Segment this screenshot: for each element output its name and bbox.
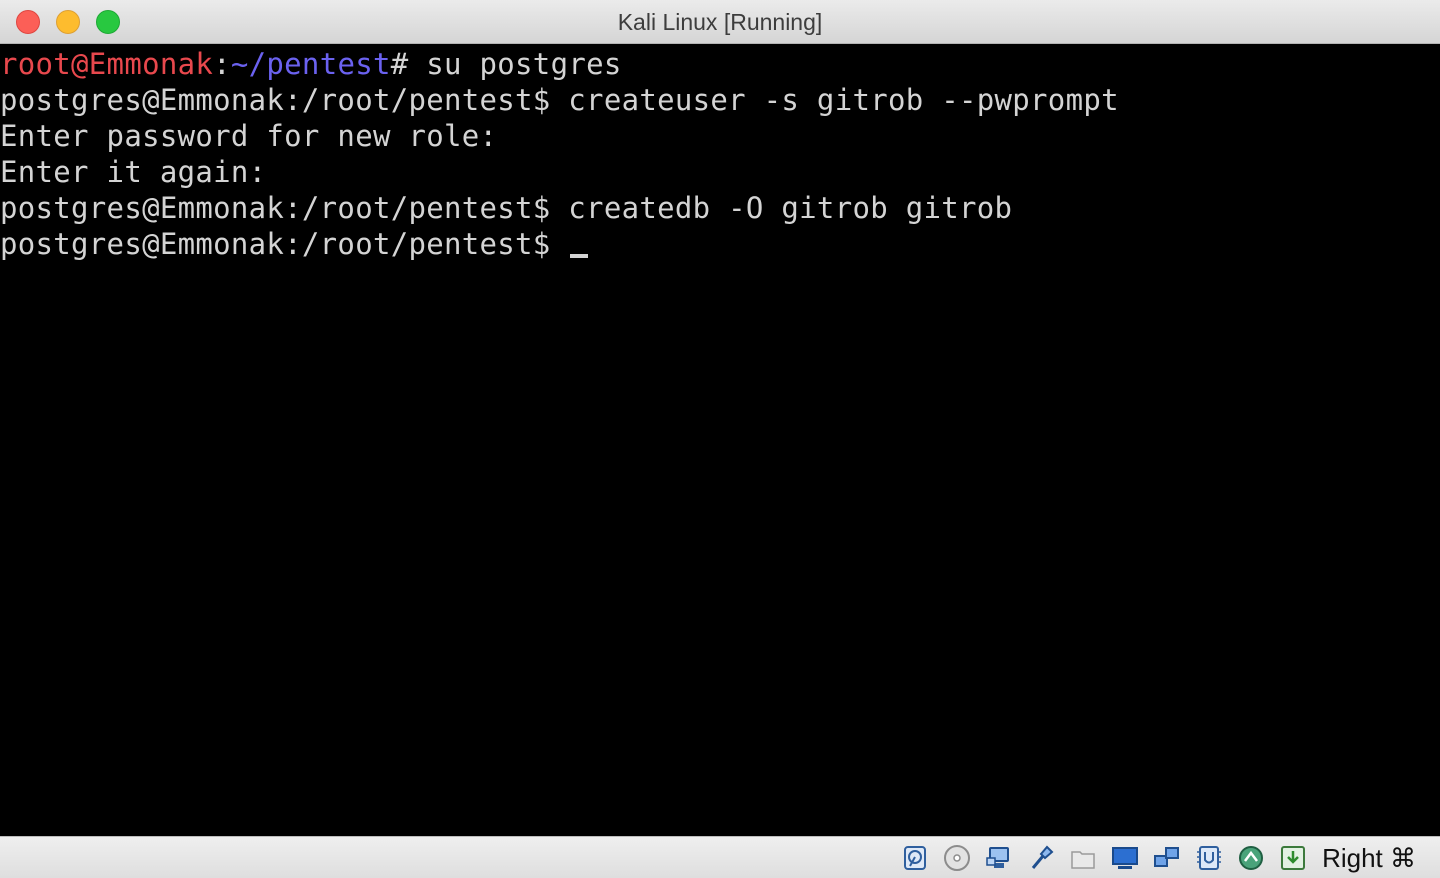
terminal-line: Enter it again: bbox=[0, 154, 1440, 190]
audio-icon[interactable] bbox=[984, 843, 1014, 873]
network-icon[interactable] bbox=[1152, 843, 1182, 873]
command-text: postgres@Emmonak:/root/pentest$ createus… bbox=[0, 83, 1119, 117]
terminal-line: Enter password for new role: bbox=[0, 118, 1440, 154]
title-bar[interactable]: Kali Linux [Running] bbox=[0, 0, 1440, 44]
terminal-line: postgres@Emmonak:/root/pentest$ bbox=[0, 226, 1440, 262]
host-key-label: Right ⌘ bbox=[1322, 843, 1416, 873]
output-text: Enter password for new role: bbox=[0, 119, 498, 153]
vm-window: Kali Linux [Running] root@Emmonak:~/pent… bbox=[0, 0, 1440, 878]
terminal-screen[interactable]: root@Emmonak:~/pentest# su postgres post… bbox=[0, 44, 1440, 836]
cpu-icon[interactable] bbox=[1194, 843, 1224, 873]
display-icon[interactable] bbox=[1110, 843, 1140, 873]
hard-disk-icon[interactable] bbox=[900, 843, 930, 873]
download-icon[interactable] bbox=[1278, 843, 1308, 873]
prompt-text: postgres@Emmonak:/root/pentest$ bbox=[0, 227, 569, 261]
window-title: Kali Linux [Running] bbox=[617, 9, 823, 35]
shared-folders-icon[interactable] bbox=[1068, 843, 1098, 873]
terminal-line: postgres@Emmonak:/root/pentest$ createus… bbox=[0, 82, 1440, 118]
terminal-line: root@Emmonak:~/pentest# su postgres bbox=[0, 46, 1440, 82]
command-text: # su postgres bbox=[390, 47, 622, 81]
text-cursor bbox=[570, 254, 589, 258]
terminal-line: postgres@Emmonak:/root/pentest$ createdb… bbox=[0, 190, 1440, 226]
status-icons: Right ⌘ bbox=[888, 841, 1416, 875]
capture-icon[interactable] bbox=[1236, 843, 1266, 873]
output-text: Enter it again: bbox=[0, 155, 267, 189]
command-text: postgres@Emmonak:/root/pentest$ createdb… bbox=[0, 191, 1013, 225]
prompt-user-host: root@Emmonak bbox=[0, 47, 214, 81]
status-bar: Right ⌘ bbox=[0, 836, 1440, 878]
optical-drive-icon[interactable] bbox=[942, 843, 972, 873]
prompt-separator: : bbox=[213, 47, 231, 81]
usb-icon[interactable] bbox=[1026, 843, 1056, 873]
prompt-path: ~/pentest bbox=[230, 47, 391, 81]
